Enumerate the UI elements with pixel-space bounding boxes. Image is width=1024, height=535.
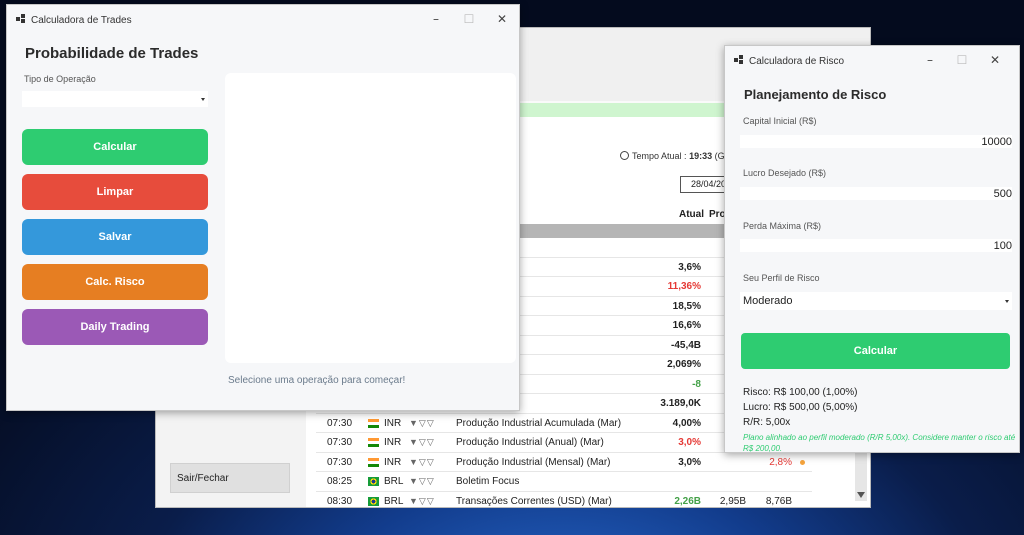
india-flag-icon: [368, 418, 379, 428]
minimize-icon[interactable]: –: [429, 12, 443, 26]
calculate-button[interactable]: Calcular: [22, 129, 208, 165]
loss-input[interactable]: 100: [740, 239, 1012, 252]
trade-calculator-window: Calculadora de Trades – ☐ ✕ Probabilidad…: [6, 4, 520, 411]
currency-code: INR: [384, 437, 402, 448]
actual-value: 2,26B: [674, 495, 701, 507]
event-time: 08:30: [327, 495, 353, 507]
time-value: 19:33: [689, 151, 713, 161]
event-time: 08:25: [327, 476, 353, 487]
event-name: Produção Industrial (Anual) (Mar): [456, 437, 604, 448]
maximize-icon[interactable]: ☐: [955, 53, 969, 67]
table-row[interactable]: 08:25 BRL ▼▽▽ Boletim Focus: [316, 472, 812, 492]
actual-value: 3,6%: [678, 261, 701, 273]
actual-value: 16,6%: [672, 320, 701, 331]
app-icon: [734, 55, 744, 65]
chevron-down-icon: [201, 98, 205, 101]
date-picker[interactable]: 28/04/2025: [680, 176, 730, 193]
exit-button[interactable]: Sair/Fechar: [170, 463, 290, 493]
actual-value: 3,0%: [678, 437, 701, 448]
close-icon[interactable]: ✕: [988, 53, 1002, 67]
page-title: Probabilidade de Trades: [25, 45, 199, 62]
daily-trading-button[interactable]: Daily Trading: [22, 309, 208, 345]
scroll-down-icon[interactable]: [857, 492, 865, 498]
event-name: Transações Correntes (USD) (Mar): [456, 495, 612, 507]
currency-code: INR: [384, 417, 402, 429]
risk-calculator-button[interactable]: Calc. Risco: [22, 264, 208, 300]
chevron-down-icon: [1005, 300, 1009, 303]
importance-icon: ▼▽▽: [409, 476, 435, 486]
title-bar: Calculadora de Trades – ☐ ✕: [7, 5, 519, 35]
clock-icon: [620, 151, 629, 160]
risk-calculate-button[interactable]: Calcular: [741, 333, 1010, 369]
currency-code: BRL: [384, 476, 404, 487]
app-icon: [16, 14, 26, 24]
actual-value: 2,069%: [667, 359, 701, 370]
actual-value: 11,36%: [667, 281, 701, 292]
capital-input[interactable]: 10000: [740, 135, 1012, 148]
page-title: Planejamento de Risco: [744, 87, 887, 102]
capital-label: Capital Inicial (R$): [743, 116, 817, 126]
actual-value: -8: [692, 378, 701, 390]
actual-value: 4,00%: [672, 417, 701, 429]
current-time: Tempo Atual : 19:33 (GMT: [620, 151, 738, 161]
profit-label: Lucro Desejado (R$): [743, 168, 827, 178]
importance-icon: ▼▽▽: [409, 437, 435, 447]
clear-button[interactable]: Limpar: [22, 174, 208, 210]
india-flag-icon: [368, 438, 379, 447]
event-time: 07:30: [327, 417, 353, 429]
actual-value: 3.189,0K: [660, 398, 701, 409]
profile-select[interactable]: Moderado: [740, 292, 1012, 310]
profile-label: Seu Perfil de Risco: [743, 273, 820, 283]
status-dot-icon: [800, 459, 805, 465]
event-time: 07:30: [327, 456, 353, 468]
brazil-flag-icon: [368, 477, 379, 486]
importance-icon: ▼▽▽: [409, 495, 435, 506]
hint-text: Selecione uma operação para começar!: [228, 375, 406, 386]
profile-value: Moderado: [743, 295, 793, 307]
profile-note: Plano alinhado ao perfil moderado (R/R 5…: [743, 433, 1016, 453]
event-name: Boletim Focus: [456, 476, 520, 487]
event-name: Produção Industrial (Mensal) (Mar): [456, 456, 611, 468]
table-row[interactable]: 07:30 INR ▼▽▽ Produção Industrial (Mensal) …: [316, 453, 812, 472]
maximize-icon[interactable]: ☐: [462, 12, 476, 26]
projected-value: 2,95B: [719, 495, 746, 507]
column-actual: Atual: [679, 209, 704, 220]
actual-value: 18,5%: [672, 300, 701, 312]
importance-icon: ▼▽▽: [409, 417, 435, 428]
operation-select[interactable]: [22, 91, 208, 107]
save-button[interactable]: Salvar: [22, 219, 208, 255]
loss-label: Perda Máxima (R$): [743, 221, 822, 231]
india-flag-icon: [368, 457, 379, 467]
brazil-flag-icon: [368, 496, 379, 506]
actual-value: 3,0%: [678, 456, 701, 468]
currency-code: BRL: [384, 495, 404, 507]
result-rr: R/R: 5,00x: [743, 417, 791, 428]
result-risk: Risco: R$ 100,00 (1,00%): [743, 387, 858, 398]
minimize-icon[interactable]: –: [923, 53, 937, 67]
currency-code: INR: [384, 456, 402, 468]
title-bar: Calculadora de Risco – ☐ ✕: [725, 46, 1019, 76]
window-title: Calculadora de Trades: [31, 15, 132, 26]
table-row[interactable]: 08:30 BRL ▼▽▽ Transações Correntes (USD) (M…: [316, 492, 812, 509]
result-profit: Lucro: R$ 500,00 (5,00%): [743, 402, 858, 413]
importance-icon: ▼▽▽: [409, 456, 435, 467]
previous-value: 8,76B: [765, 495, 792, 507]
close-icon[interactable]: ✕: [495, 12, 509, 26]
time-label: Tempo Atual :: [632, 151, 687, 161]
profit-input[interactable]: 500: [740, 187, 1012, 200]
event-name: Produção Industrial Acumulada (Mar): [456, 417, 622, 429]
previous-value: 2,8%: [769, 456, 792, 468]
actual-value: -45,4B: [670, 339, 701, 351]
result-panel: [225, 73, 516, 363]
window-title: Calculadora de Risco: [749, 56, 845, 67]
operation-label: Tipo de Operação: [24, 74, 96, 84]
risk-calculator-window: Calculadora de Risco – ☐ ✕ Planejamento …: [724, 45, 1020, 453]
event-time: 07:30: [327, 437, 353, 448]
